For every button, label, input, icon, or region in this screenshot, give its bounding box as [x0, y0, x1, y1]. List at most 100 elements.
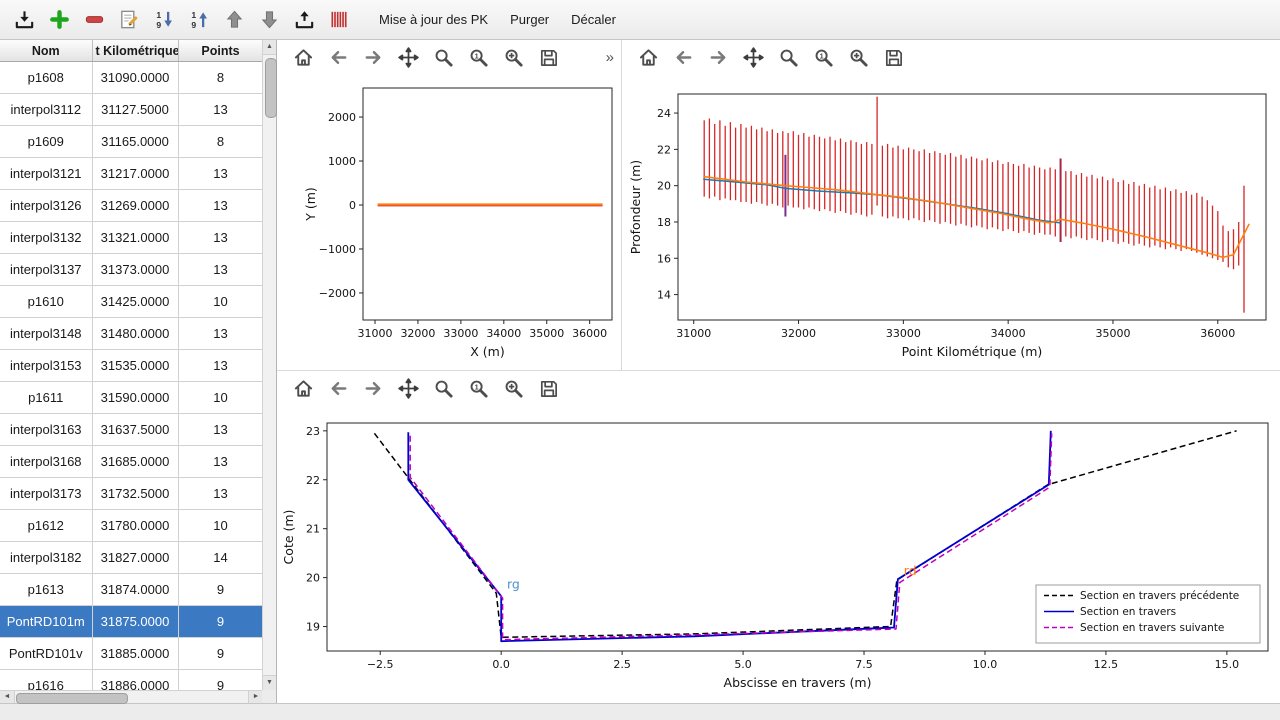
back-button[interactable]: [671, 45, 695, 69]
zoom-one-button[interactable]: 1: [811, 45, 835, 69]
table-row[interactable]: p161031425.000010: [0, 286, 263, 318]
cell-points: 10: [178, 382, 263, 414]
cell-nom: PontRD101v: [0, 638, 92, 670]
forward-button[interactable]: [361, 45, 385, 69]
sort-asc-button[interactable]: 19: [185, 6, 213, 34]
save-button[interactable]: [536, 45, 560, 69]
svg-text:−1000: −1000: [319, 243, 356, 256]
table-row[interactable]: interpol318231827.000014: [0, 542, 263, 574]
zoom-one-button[interactable]: 1: [466, 45, 490, 69]
home-button[interactable]: [636, 45, 660, 69]
svg-text:23: 23: [306, 425, 320, 438]
scroll-down-arrow-icon[interactable]: ▼: [263, 675, 276, 690]
svg-text:32000: 32000: [781, 327, 816, 340]
table-row[interactable]: interpol313731373.000013: [0, 254, 263, 286]
save-icon: [883, 47, 904, 68]
horizontal-scrollbar[interactable]: ◄ ►: [0, 690, 263, 703]
table-row[interactable]: interpol312631269.000013: [0, 190, 263, 222]
svg-text:12.5: 12.5: [1094, 658, 1119, 671]
table-row[interactable]: interpol313231321.000013: [0, 222, 263, 254]
back-button[interactable]: [326, 45, 350, 69]
table-row[interactable]: interpol316831685.000013: [0, 446, 263, 478]
table-row[interactable]: p160931165.00008: [0, 126, 263, 158]
zoom-one-button[interactable]: 1: [466, 376, 490, 400]
zoom-in-icon: [503, 378, 524, 399]
cell-nom: p1612: [0, 510, 92, 542]
table-row[interactable]: interpol311231127.500013: [0, 94, 263, 126]
save-button[interactable]: [536, 376, 560, 400]
vertical-scrollbar[interactable]: ▲ ▼: [262, 40, 276, 690]
pan-button[interactable]: [741, 45, 765, 69]
zoom-button[interactable]: [431, 376, 455, 400]
import-button[interactable]: [10, 6, 38, 34]
horizontal-scrollbar-thumb[interactable]: [16, 693, 128, 704]
table-row[interactable]: p161131590.000010: [0, 382, 263, 414]
pan-button[interactable]: [396, 45, 420, 69]
pk-stripes-button[interactable]: [325, 6, 353, 34]
cell-pk: 31373.0000: [92, 254, 178, 286]
save-button[interactable]: [881, 45, 905, 69]
column-header-nom[interactable]: Nom: [0, 40, 92, 62]
zoom-one-icon: 1: [468, 47, 489, 68]
menu-decaler[interactable]: Décaler: [562, 8, 625, 31]
sort-desc-button[interactable]: 19: [150, 6, 178, 34]
pan-button[interactable]: [396, 376, 420, 400]
svg-text:0: 0: [349, 199, 356, 212]
table-row[interactable]: p160831090.00008: [0, 62, 263, 94]
table-row[interactable]: p161331874.00009: [0, 574, 263, 606]
table-row[interactable]: p161231780.000010: [0, 510, 263, 542]
table-row[interactable]: interpol316331637.500013: [0, 414, 263, 446]
section-travers-chart[interactable]: −2.50.02.55.07.510.012.515.01920212223Ab…: [277, 405, 1280, 703]
cell-points: 13: [178, 478, 263, 510]
zoom-button[interactable]: [431, 45, 455, 69]
table-row[interactable]: interpol314831480.000013: [0, 318, 263, 350]
vertical-scrollbar-thumb[interactable]: [265, 58, 277, 118]
cell-nom: interpol3132: [0, 222, 92, 254]
plan-view-chart[interactable]: 310003200033000340003500036000−2000−1000…: [277, 74, 622, 370]
remove-button[interactable]: [80, 6, 108, 34]
export-button[interactable]: [290, 6, 318, 34]
add-button[interactable]: [45, 6, 73, 34]
x-axis-label: X (m): [470, 344, 504, 359]
cell-nom: interpol3137: [0, 254, 92, 286]
back-button[interactable]: [326, 376, 350, 400]
svg-text:9: 9: [191, 20, 196, 30]
move-down-button[interactable]: [255, 6, 283, 34]
table-row[interactable]: interpol312131217.000013: [0, 158, 263, 190]
cell-nom: PontRD101m: [0, 606, 92, 638]
move-up-button[interactable]: [220, 6, 248, 34]
menu-mise-a-jour-des-pk[interactable]: Mise à jour des PK: [370, 8, 497, 31]
toolbar-overflow-button[interactable]: »: [606, 49, 614, 66]
cell-nom: interpol3163: [0, 414, 92, 446]
cell-points: 13: [178, 446, 263, 478]
svg-text:35000: 35000: [529, 327, 564, 340]
cell-nom: p1613: [0, 574, 92, 606]
home-button[interactable]: [291, 376, 315, 400]
table-header-row: Nom t Kilométrique Points: [0, 40, 263, 62]
zoom-button[interactable]: [776, 45, 800, 69]
scroll-up-arrow-icon[interactable]: ▲: [263, 40, 276, 55]
zoom-in-button[interactable]: [501, 45, 525, 69]
zoom-in-button[interactable]: [501, 376, 525, 400]
zoom-icon: [433, 47, 454, 68]
edit-button[interactable]: [115, 6, 143, 34]
forward-button[interactable]: [706, 45, 730, 69]
svg-text:16: 16: [657, 252, 671, 265]
profil-long-chart[interactable]: 3100032000330003400035000360001416182022…: [622, 74, 1280, 370]
column-header-points[interactable]: Points: [178, 40, 263, 62]
main-toolbar: 1919 Mise à jour des PK Purger Décaler: [0, 0, 1280, 40]
table-row[interactable]: p161631886.00009: [0, 670, 263, 691]
table-row[interactable]: interpol315331535.000013: [0, 350, 263, 382]
menu-purger[interactable]: Purger: [501, 8, 558, 31]
table-row[interactable]: interpol317331732.500013: [0, 478, 263, 510]
svg-text:−2.5: −2.5: [367, 658, 394, 671]
cell-points: 13: [178, 94, 263, 126]
home-button[interactable]: [291, 45, 315, 69]
forward-button[interactable]: [361, 376, 385, 400]
column-header-point-kilometrique[interactable]: t Kilométrique: [92, 40, 178, 62]
table-row[interactable]: PontRD101v31885.00009: [0, 638, 263, 670]
scroll-left-arrow-icon[interactable]: ◄: [0, 691, 15, 703]
zoom-in-button[interactable]: [846, 45, 870, 69]
scroll-right-arrow-icon[interactable]: ►: [248, 691, 263, 703]
table-row[interactable]: PontRD101m31875.00009: [0, 606, 263, 638]
